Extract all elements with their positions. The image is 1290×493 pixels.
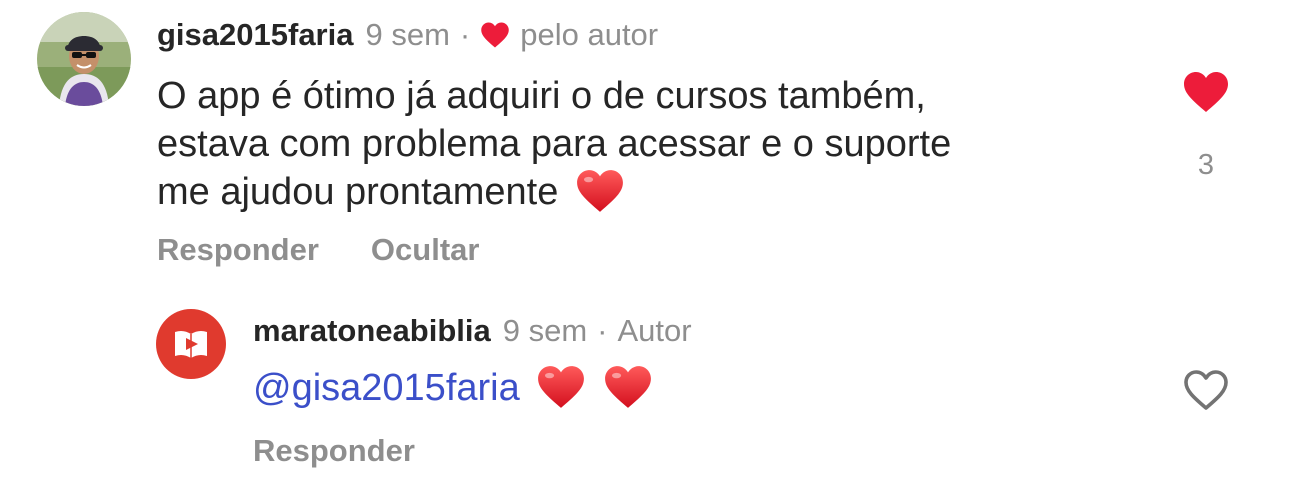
red-heart-emoji-icon [603, 364, 653, 422]
heart-filled-icon[interactable] [1182, 70, 1230, 119]
comment-username[interactable]: gisa2015faria [157, 15, 353, 55]
red-heart-emoji-icon [536, 364, 586, 422]
reply-button[interactable]: Responder [253, 433, 415, 469]
comment-text-line: O app é ótimo já adquiri o de cursos tam… [157, 75, 926, 117]
reply-like [1176, 368, 1236, 417]
comment-actions: Responder Ocultar [157, 232, 479, 268]
heart-outline-icon[interactable] [1182, 368, 1230, 417]
reply-meta: maratoneabiblia 9 sem · Autor [253, 311, 692, 351]
meta-separator: · [597, 313, 608, 348]
liked-by-author-label: pelo autor [520, 17, 659, 52]
meta-separator: · [459, 17, 471, 52]
reply-text: @gisa2015faria [253, 364, 653, 422]
reply-button[interactable]: Responder [157, 232, 319, 268]
user-avatar[interactable] [37, 12, 131, 106]
comment-text-line: estava com problema para acessar e o sup… [157, 123, 952, 165]
comment-meta: gisa2015faria 9 sem · pelo autor [157, 15, 658, 55]
avatar-photo-image [37, 12, 131, 106]
author-avatar[interactable] [156, 309, 226, 379]
reply-actions: Responder [253, 433, 415, 469]
comment-text: O app é ótimo já adquiri o de cursos tam… [157, 72, 1117, 226]
reply-username[interactable]: maratoneabiblia [253, 311, 491, 351]
like-count[interactable]: 3 [1198, 149, 1214, 182]
red-heart-emoji-icon [575, 168, 625, 226]
mention-link[interactable]: @gisa2015faria [253, 367, 520, 409]
liked-by-author-heart-icon [480, 21, 510, 49]
hide-button[interactable]: Ocultar [371, 232, 480, 268]
comment-time: 9 sem [365, 17, 450, 52]
bible-logo-icon [175, 330, 207, 358]
author-label: Autor [617, 313, 692, 348]
reply-time: 9 sem [502, 313, 588, 348]
comment-like: 3 [1176, 70, 1236, 182]
comment-text-line: me ajudou prontamente [157, 171, 559, 213]
